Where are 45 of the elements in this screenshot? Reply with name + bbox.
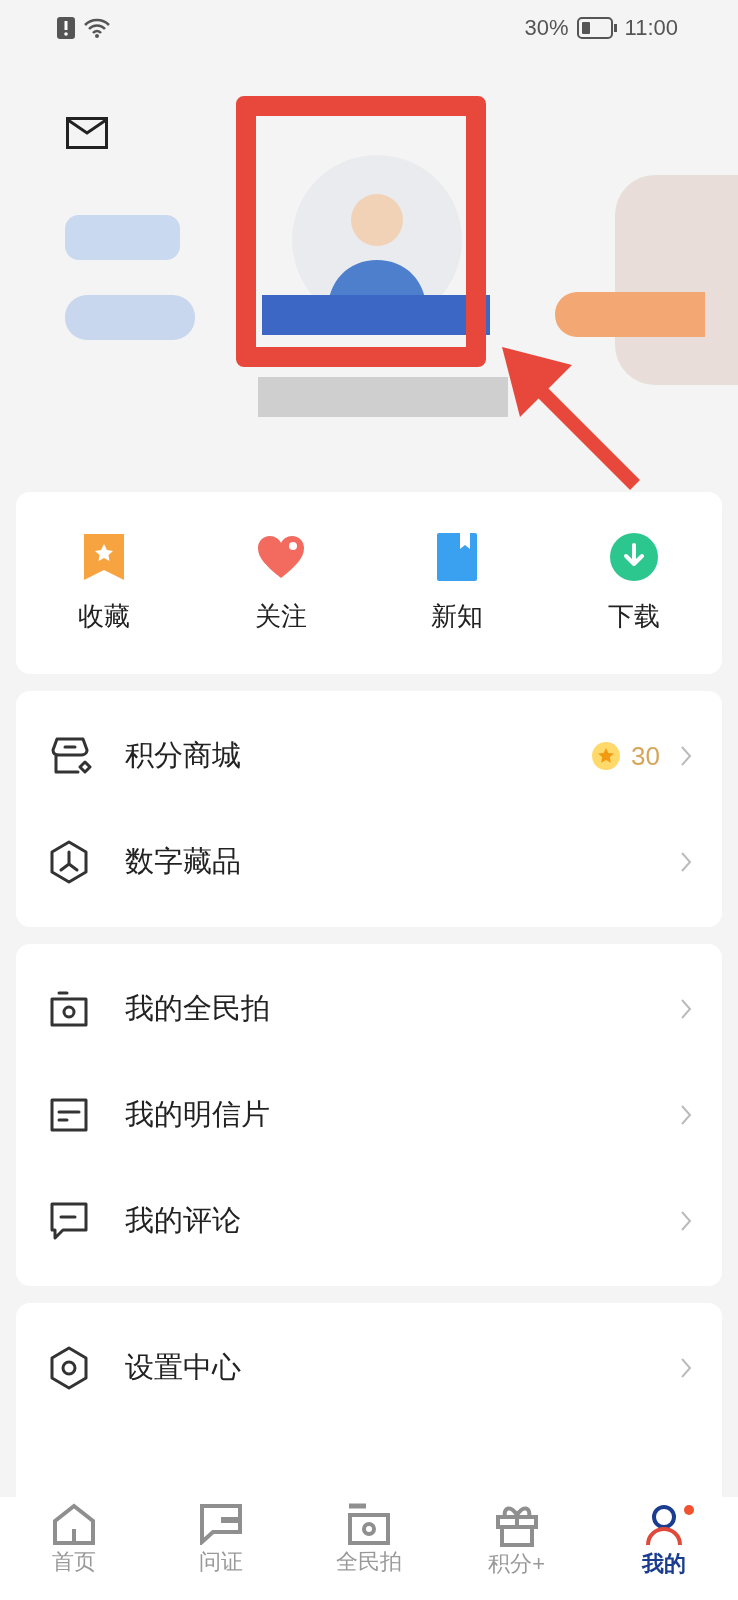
settings-icon bbox=[49, 1346, 89, 1390]
menu-label: 我的明信片 bbox=[125, 1097, 271, 1133]
tab[interactable]: 我的 bbox=[590, 1503, 738, 1600]
camera-icon bbox=[49, 991, 89, 1027]
quick-action-label[interactable]: 收藏 bbox=[78, 596, 131, 636]
chevron-right-icon bbox=[680, 1357, 692, 1379]
quick-action-label[interactable]: 新知 bbox=[431, 596, 484, 636]
quick-action-label[interactable]: 关注 bbox=[254, 596, 307, 636]
hexagon-icon bbox=[49, 840, 89, 884]
store-icon bbox=[49, 736, 93, 776]
chevron-right-icon bbox=[680, 998, 692, 1020]
clock: 11:00 bbox=[624, 14, 678, 42]
comment-icon bbox=[49, 1201, 89, 1241]
camera-icon bbox=[347, 1503, 391, 1545]
wifi-icon bbox=[83, 16, 111, 39]
chevron-right-icon bbox=[680, 1210, 692, 1232]
points-value: 30 bbox=[631, 739, 660, 773]
chevron-right-icon bbox=[680, 1104, 692, 1126]
card-icon bbox=[49, 1097, 89, 1133]
menu-label: 积分商城 bbox=[125, 738, 242, 774]
menu-label: 设置中心 bbox=[125, 1350, 242, 1386]
book-icon bbox=[436, 531, 479, 582]
heart-icon bbox=[255, 533, 306, 580]
menu-row[interactable]: 数字藏品 bbox=[16, 809, 722, 915]
chevron-right-icon bbox=[680, 745, 692, 767]
menu-row[interactable]: 积分商城 30 bbox=[16, 703, 722, 809]
menu-row[interactable]: 我的评论 bbox=[16, 1168, 722, 1274]
menu-label: 数字藏品 bbox=[125, 844, 242, 880]
alert-icon bbox=[57, 16, 75, 39]
bookmark-icon bbox=[82, 531, 127, 582]
menu-label: 我的全民拍 bbox=[125, 991, 271, 1027]
gift-icon bbox=[494, 1503, 539, 1547]
download-icon bbox=[608, 531, 659, 582]
menu-row[interactable]: 设置中心 bbox=[16, 1315, 722, 1421]
menu-row[interactable]: 我的全民拍 bbox=[16, 956, 722, 1062]
coin-icon bbox=[591, 741, 622, 771]
mail-icon[interactable] bbox=[66, 117, 108, 149]
menu-label: 我的评论 bbox=[125, 1203, 242, 1239]
chevron-right-icon bbox=[680, 851, 692, 873]
home-icon bbox=[51, 1503, 96, 1545]
chat-icon bbox=[199, 1503, 244, 1545]
battery-percent: 30% bbox=[524, 14, 569, 42]
menu-row[interactable]: 我的明信片 bbox=[16, 1062, 722, 1168]
quick-action-label[interactable]: 下载 bbox=[607, 596, 660, 636]
battery-icon bbox=[576, 16, 617, 39]
